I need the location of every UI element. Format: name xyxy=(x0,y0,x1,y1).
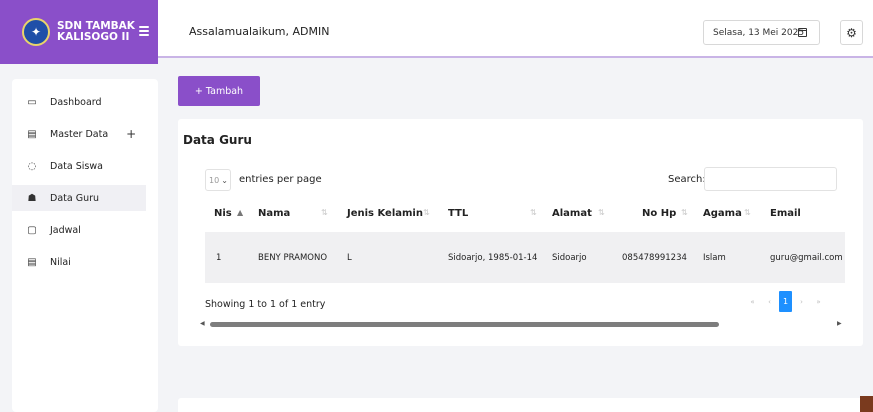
scrollbar-thumb[interactable] xyxy=(210,322,719,327)
data-guru-card: Data Guru 10 ⌄ entries per page Search: … xyxy=(178,119,863,346)
sidebar-item-label: Jadwal xyxy=(50,224,81,236)
sidebar-item-label: Nilai xyxy=(50,256,71,268)
scroll-left-icon[interactable]: ◀ xyxy=(200,320,205,327)
document-icon: ▤ xyxy=(27,128,37,140)
column-header-nis[interactable]: Nis xyxy=(214,208,232,219)
cell-nis: 1 xyxy=(216,253,222,263)
previous-page-button[interactable]: ‹ xyxy=(762,291,777,312)
cell-ttl: Sidoarjo, 1985-01-14 xyxy=(448,253,538,263)
column-header-ttl[interactable]: TTL xyxy=(448,208,468,219)
circle-icon: ◌ xyxy=(27,160,37,172)
cell-agama: Islam xyxy=(703,253,726,263)
brand-block: ✦ SDN TAMBAK KALISOGO II xyxy=(0,0,158,64)
sidebar-item-jadwal[interactable]: ▢ Jadwal xyxy=(12,217,146,243)
card-title: Data Guru xyxy=(183,133,252,147)
sort-icon: ⇅ xyxy=(321,208,328,217)
sidebar-item-nilai[interactable]: ▤ Nilai xyxy=(12,249,146,275)
page-1-button[interactable]: 1 xyxy=(779,291,792,312)
sidebar-item-data-guru[interactable]: ☗ Data Guru xyxy=(12,185,146,211)
entries-per-page-select[interactable]: 10 ⌄ xyxy=(205,169,231,191)
column-header-email[interactable]: Email xyxy=(770,208,801,219)
school-logo-icon: ✦ xyxy=(22,18,50,46)
sidebar-item-label: Master Data xyxy=(50,128,109,140)
cell-nama: BENY PRAMONO xyxy=(258,253,328,263)
last-page-button[interactable]: » xyxy=(811,291,826,312)
chevron-down-icon: ⌄ xyxy=(221,175,228,185)
horizontal-scrollbar[interactable] xyxy=(210,322,830,327)
date-display[interactable]: Selasa, 13 Mei 2025 xyxy=(703,20,820,45)
brand-name: SDN TAMBAK KALISOGO II xyxy=(57,21,135,43)
scroll-right-icon[interactable]: ▶ xyxy=(837,320,842,327)
entries-label: entries per page xyxy=(239,174,322,185)
first-page-button[interactable]: « xyxy=(745,291,760,312)
sidebar-item-dashboard[interactable]: ▭ Dashboard xyxy=(12,89,146,115)
search-input[interactable] xyxy=(704,167,837,191)
sort-icon: ⇅ xyxy=(530,208,537,217)
sidebar: ▭ Dashboard ▤ Master Data + ◌ Data Siswa… xyxy=(12,79,158,412)
table-info: Showing 1 to 1 of 1 entry xyxy=(205,299,326,310)
greeting-text: Assalamualaikum, ADMIN xyxy=(189,25,330,38)
calendar-icon: ▢ xyxy=(27,224,37,236)
monitor-icon: ▭ xyxy=(27,96,37,108)
next-page-button[interactable]: › xyxy=(794,291,809,312)
corner-widget-icon xyxy=(860,396,873,412)
gear-icon: ⚙ xyxy=(846,25,857,40)
add-button[interactable]: + Tambah xyxy=(178,76,260,106)
sidebar-item-label: Data Siswa xyxy=(50,160,103,172)
cell-alamat: Sidoarjo xyxy=(552,253,587,263)
column-header-agama[interactable]: Agama xyxy=(703,208,742,219)
sort-asc-icon: ▲ xyxy=(237,208,244,217)
column-header-nama[interactable]: Nama xyxy=(258,208,290,219)
document-icon: ▤ xyxy=(27,256,37,268)
cell-email: guru@gmail.com xyxy=(770,253,843,263)
top-bar: Assalamualaikum, ADMIN Selasa, 13 Mei 20… xyxy=(158,0,873,58)
settings-button[interactable]: ⚙ xyxy=(840,20,863,45)
table-row[interactable]: 1 BENY PRAMONO L Sidoarjo, 1985-01-14 Si… xyxy=(205,232,845,283)
cell-no-hp: 085478991234 xyxy=(622,253,687,263)
sort-icon: ⇅ xyxy=(598,208,605,217)
brand-name-line2: KALISOGO II xyxy=(57,31,130,43)
column-header-no-hp[interactable]: No Hp xyxy=(642,208,676,219)
sort-icon: ⇅ xyxy=(744,208,751,217)
entries-value: 10 xyxy=(209,175,220,185)
column-header-alamat[interactable]: Alamat xyxy=(552,208,592,219)
hamburger-menu-icon[interactable] xyxy=(139,26,149,36)
sidebar-item-data-siswa[interactable]: ◌ Data Siswa xyxy=(12,153,146,179)
calendar-icon xyxy=(798,28,807,37)
search-label: Search: xyxy=(668,174,706,185)
sidebar-item-master-data[interactable]: ▤ Master Data + xyxy=(12,121,146,147)
cell-jenis-kelamin: L xyxy=(347,253,352,263)
sidebar-item-label: Dashboard xyxy=(50,96,102,108)
sort-icon: ⇅ xyxy=(681,208,688,217)
sort-icon: ⇅ xyxy=(423,208,430,217)
column-header-jenis-kelamin[interactable]: Jenis Kelamin xyxy=(347,208,423,219)
sidebar-item-label: Data Guru xyxy=(50,192,100,204)
users-icon: ☗ xyxy=(27,192,37,204)
second-card xyxy=(178,398,863,412)
pagination: « ‹ 1 › » xyxy=(745,291,826,312)
expand-plus-icon[interactable]: + xyxy=(126,127,136,141)
date-text: Selasa, 13 Mei 2025 xyxy=(713,27,805,38)
